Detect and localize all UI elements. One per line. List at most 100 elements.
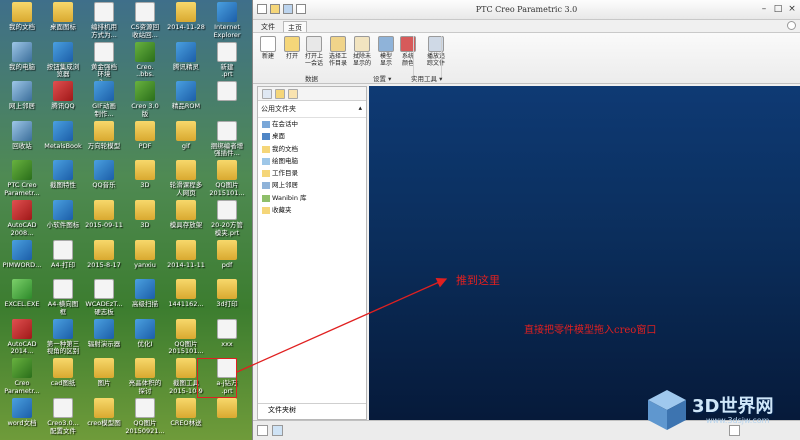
desktop-icon[interactable]: 2014-11-11 xyxy=(166,239,206,280)
desktop-icon[interactable]: 亮晶体积的 探讨 xyxy=(125,358,165,398)
desktop-icon[interactable]: yanxiu xyxy=(125,239,165,280)
desktop-icon[interactable]: 我的文档 xyxy=(2,2,42,42)
desktop-icon[interactable]: Creo Parametr... xyxy=(2,358,42,398)
desktop-icon[interactable]: Creo3.0... 配置文件 xyxy=(43,398,83,438)
desktop-icon[interactable]: A4-横向图 框 xyxy=(43,279,83,319)
desktop-icon-label: QQ音乐 xyxy=(92,181,116,190)
ribbon-button[interactable]: 新建 xyxy=(257,36,279,61)
desktop-icon[interactable]: 模具存放架 xyxy=(166,200,206,240)
desktop-icon[interactable]: 2015-8-17 xyxy=(84,239,124,280)
desktop-icon[interactable]: 3d打印 xyxy=(207,279,247,319)
desktop-icon[interactable]: EXCEL.EXE xyxy=(2,279,42,319)
graphics-area[interactable] xyxy=(369,86,800,420)
navigator-item[interactable]: 桌面 xyxy=(258,130,366,142)
desktop-icon[interactable]: PIMWORD... xyxy=(2,239,42,280)
navigator-item[interactable]: 在会话中 xyxy=(258,118,366,130)
desktop-icon[interactable]: word文档 xyxy=(2,398,42,438)
desktop-icon[interactable]: 2015-09-11 xyxy=(84,200,124,240)
desktop-icon[interactable]: 新建 .prt xyxy=(207,41,247,82)
group-utilities[interactable]: 实用工具 ▾ xyxy=(411,73,442,83)
model-tree-tab-icon[interactable] xyxy=(262,89,272,99)
desktop-icon[interactable]: QQ图片 20150921... xyxy=(125,398,165,438)
desktop-icon[interactable]: cad图纸 xyxy=(43,358,83,398)
desktop-icon[interactable]: 精品ROM xyxy=(166,81,206,121)
group-settings[interactable]: 设置 ▾ xyxy=(373,73,391,83)
ribbon-button[interactable]: 打开 xyxy=(281,36,303,61)
navigator-item[interactable]: 网上邻居 xyxy=(258,179,366,191)
desktop-icon[interactable]: 腾讯QQ xyxy=(43,81,83,121)
desktop-icon[interactable]: AutoCAD 2014... xyxy=(2,318,42,359)
desktop-icon[interactable]: QQ音乐 xyxy=(84,160,124,200)
desktop-icon-label: 高级扫描 xyxy=(132,300,158,309)
desktop-icon[interactable]: 第一种第三 视角的区别 xyxy=(43,318,83,359)
favorites-tab-icon[interactable] xyxy=(288,89,298,99)
collapse-icon[interactable]: ▴ xyxy=(358,104,362,112)
desktop-icon[interactable]: CREO林送 xyxy=(166,398,206,438)
ribbon-button[interactable]: 拭除未 显示的 xyxy=(351,36,373,67)
desktop-icon[interactable]: MetalsBook xyxy=(43,120,83,161)
desktop-icon[interactable]: xxx xyxy=(207,318,247,359)
desktop-icon[interactable]: 1441162... xyxy=(166,279,206,319)
desktop-icon[interactable]: pdf xyxy=(207,239,247,280)
desktop-icon[interactable]: 20-20方管 模夹.prt xyxy=(207,200,247,240)
desktop-icon[interactable]: 万向轮模型 xyxy=(84,120,124,161)
tab-home[interactable]: 主页 xyxy=(283,21,307,32)
desktop-icon[interactable]: CS资源回 收站回... xyxy=(125,2,165,42)
desktop-icon[interactable]: 高级扫描 xyxy=(125,279,165,319)
browser-toggle-icon[interactable] xyxy=(272,425,283,436)
desktop-icon[interactable]: gif xyxy=(166,120,206,161)
desktop-icon[interactable]: 腾讯精灵 xyxy=(166,41,206,82)
desktop-icon[interactable]: 2014-11-28 xyxy=(166,2,206,42)
minimize-button[interactable]: – xyxy=(758,4,770,15)
desktop-icon[interactable]: GIF动画 制作... xyxy=(84,81,124,121)
ribbon-button[interactable]: 播放追 踪文件 xyxy=(425,36,447,67)
desktop-icon[interactable]: 小软件图标 xyxy=(43,200,83,240)
desktop-icon[interactable]: 我的电脑 xyxy=(2,41,42,82)
ribbon-button[interactable]: 模型 显示 xyxy=(375,36,397,67)
desktop-icon[interactable]: 桌面图标 xyxy=(43,2,83,42)
desktop-icon[interactable]: 图片 xyxy=(84,358,124,398)
desktop-icon[interactable]: A4-打印 xyxy=(43,239,83,280)
desktop-icon-label: 精品ROM xyxy=(171,102,201,111)
desktop-icon[interactable]: 辐射演示器 xyxy=(84,318,124,359)
desktop-icon[interactable]: 优化I xyxy=(125,318,165,359)
desktop-icon[interactable]: Creo 3.0 版 xyxy=(125,81,165,121)
ribbon-button[interactable]: 选择工 作目录 xyxy=(327,36,349,67)
desktop-icon[interactable]: 3D xyxy=(125,160,165,200)
desktop-icon[interactable]: PDF xyxy=(125,120,165,161)
desktop-icon[interactable] xyxy=(207,398,247,438)
navigator-item[interactable]: 工作目录 xyxy=(258,167,366,179)
desktop-icon[interactable]: PTC Creo Parametr... xyxy=(2,160,42,200)
desktop-icon[interactable]: 按钮集成浏 览器 xyxy=(43,41,83,82)
desktop-icon[interactable]: Creo. ..bbs. xyxy=(125,41,165,82)
desktop-icon[interactable]: WCADEzT... 硬志板 xyxy=(84,279,124,319)
ribbon-button[interactable]: 系统 颜色 xyxy=(397,36,419,67)
navigator-toggle-icon[interactable] xyxy=(257,425,268,436)
help-icon[interactable] xyxy=(787,21,796,30)
desktop-icon[interactable]: 网上邻居 xyxy=(2,81,42,121)
folder-browser-tab-icon[interactable] xyxy=(275,89,285,99)
navigator-item[interactable]: 我的文档 xyxy=(258,143,366,155)
close-button[interactable]: × xyxy=(786,4,798,15)
desktop-icon[interactable]: creo模型图 xyxy=(84,398,124,438)
desktop-icon[interactable]: 截图特性 xyxy=(43,160,83,200)
desktop-icon[interactable]: 轮滑课程多 人网页 xyxy=(166,160,206,200)
desktop-icon[interactable]: AutoCAD 2008... xyxy=(2,200,42,240)
desktop-icon[interactable]: 捆绑编者增 强插件... xyxy=(207,120,247,161)
navigator-item[interactable]: 绘图电脑 xyxy=(258,155,366,167)
folder-tree-section[interactable]: 文件夹树 xyxy=(258,403,366,415)
navigator-item[interactable]: 收藏夹 xyxy=(258,204,366,216)
desktop-icon[interactable]: QQ图片 2015101... xyxy=(207,160,247,200)
desktop-icon[interactable]: QQ图片 2015101... xyxy=(166,318,206,359)
desktop-icon[interactable]: 3D xyxy=(125,200,165,240)
maximize-button[interactable]: □ xyxy=(772,4,784,15)
desktop-icon[interactable]: 回收站 xyxy=(2,120,42,161)
desktop-icon[interactable]: 编排机用 方式为... xyxy=(84,2,124,42)
tab-file[interactable]: 文件 xyxy=(257,21,279,32)
desktop-icon[interactable]: 黄金强档 环境 2... xyxy=(84,41,124,82)
navigator-panel: 公用文件夹 ▴ 在会话中 桌面 我的文档 绘图电脑 工作目录 网上邻居 Wanibin 库收… xyxy=(257,86,367,420)
ribbon-button[interactable]: 打开上 一会话 xyxy=(303,36,325,67)
navigator-item[interactable]: Wanibin 库 xyxy=(258,192,366,204)
desktop-icon[interactable] xyxy=(207,81,247,121)
desktop-icon[interactable]: Internet Explorer xyxy=(207,2,247,42)
